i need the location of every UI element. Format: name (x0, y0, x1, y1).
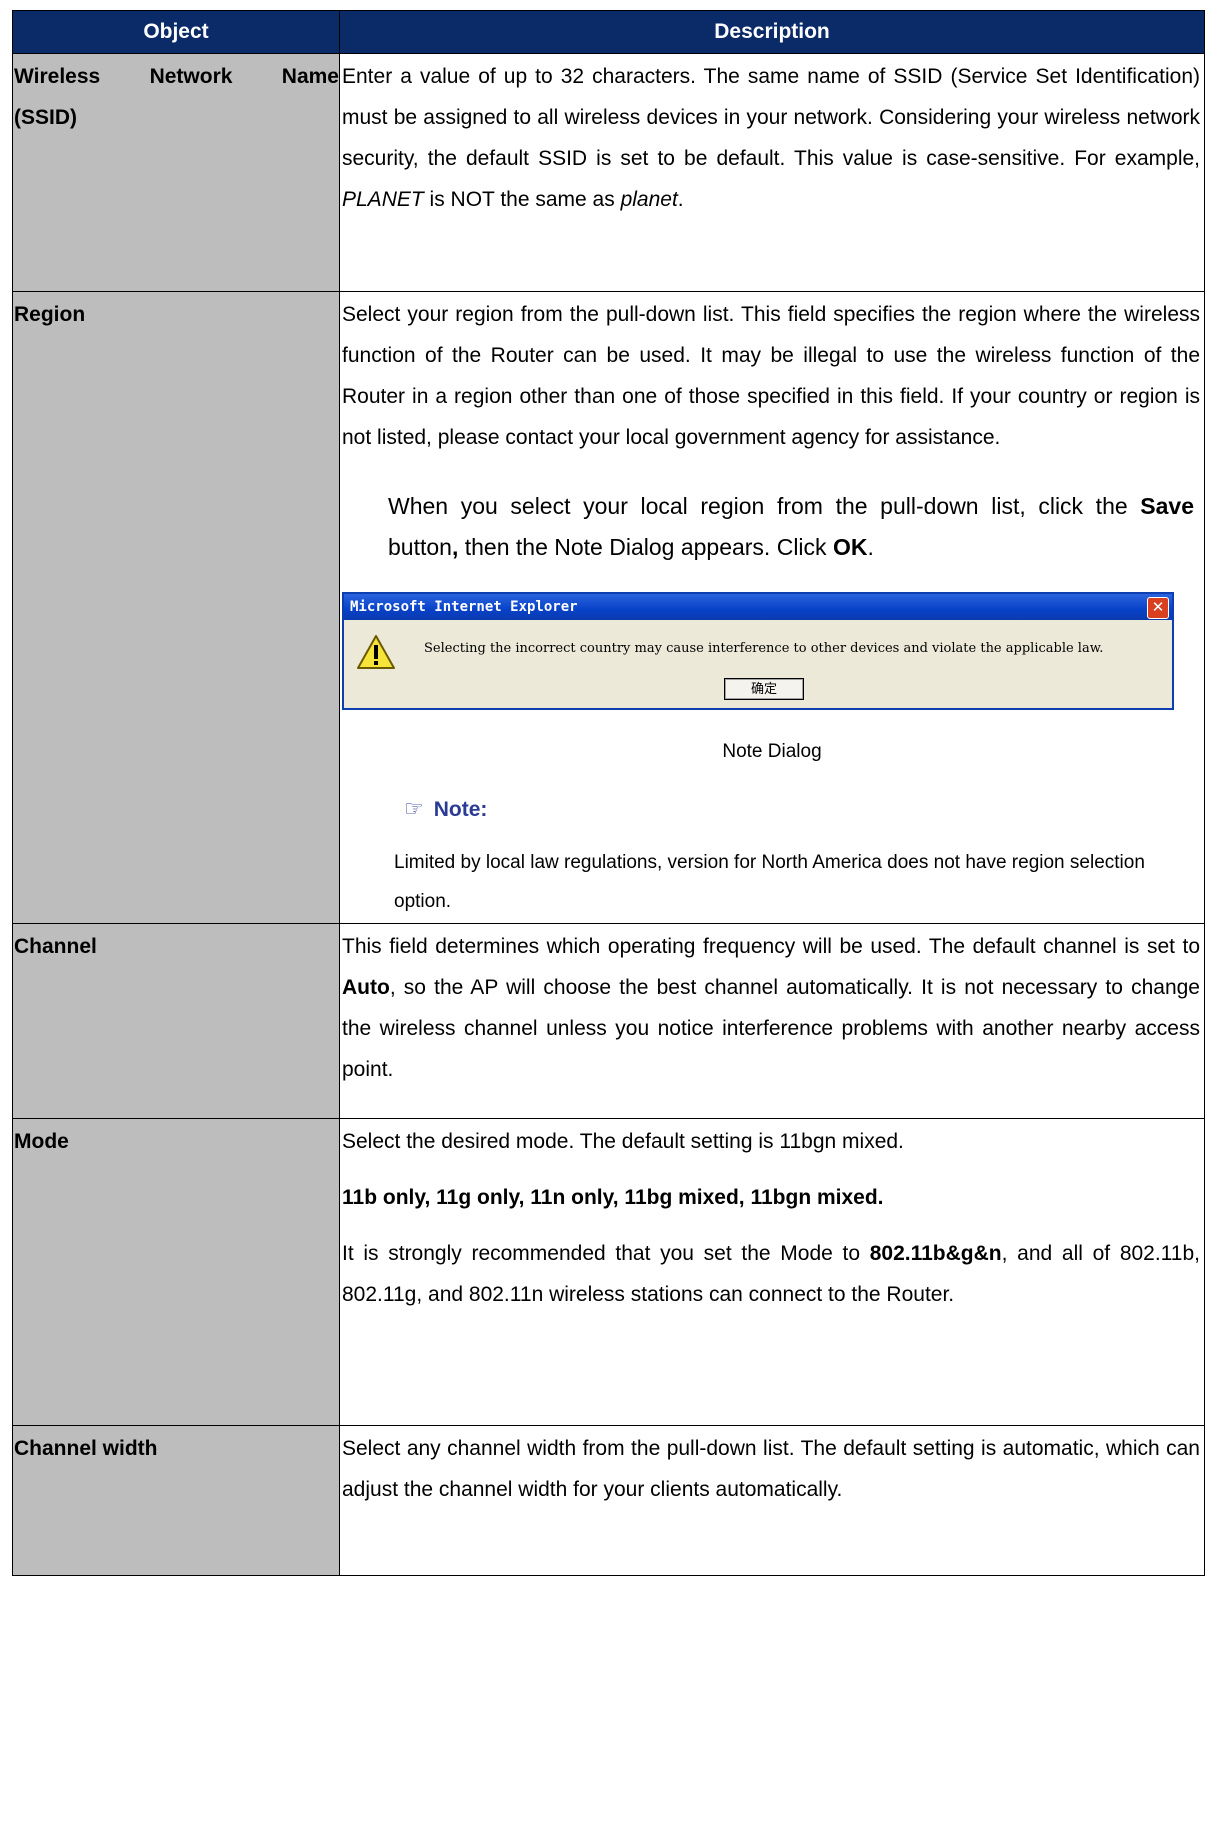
dialog-message: Selecting the incorrect country may caus… (424, 641, 1104, 656)
mode-recommendation: It is strongly recommended that you set … (342, 1242, 1200, 1306)
note-label: Note: (433, 798, 488, 821)
header-description: Description (339, 10, 1205, 54)
description-cell-ssid: Enter a value of up to 32 characters. Th… (339, 53, 1205, 292)
mode-description: Select the desired mode. The default set… (342, 1130, 904, 1153)
table-row: Channel This field determines which oper… (12, 923, 1205, 1119)
dialog-title: Microsoft Internet Explorer (350, 599, 578, 615)
table-row: Channel width Select any channel width f… (12, 1425, 1205, 1576)
description-cell-channel-width: Select any channel width from the pull-d… (339, 1425, 1205, 1576)
channel-width-description: Select any channel width from the pull-d… (342, 1437, 1200, 1501)
object-cell-region: Region (12, 291, 340, 924)
region-save-instruction: When you select your local region from t… (388, 493, 1194, 560)
dialog-caption: Note Dialog (722, 741, 822, 762)
object-label-region: Region (14, 303, 86, 326)
ssid-description: Enter a value of up to 32 characters. Th… (342, 65, 1200, 211)
object-cell-mode: Mode (12, 1118, 340, 1426)
region-description: Select your region from the pull-down li… (342, 303, 1200, 449)
close-icon: ✕ (1147, 597, 1169, 619)
note-text: Limited by local law regulations, versio… (394, 852, 1145, 912)
object-label-channel: Channel (14, 935, 97, 958)
description-cell-region: Select your region from the pull-down li… (339, 291, 1205, 924)
object-label-ssid-line1: Wireless Network Name (14, 65, 339, 88)
table-header-row: Object Description (12, 10, 1205, 54)
header-object: Object (12, 10, 340, 54)
description-table: Object Description Wireless Network Name… (12, 10, 1205, 1576)
object-cell-channel: Channel (12, 923, 340, 1119)
table-row: Wireless Network Name (SSID) Enter a val… (12, 53, 1205, 292)
warning-icon (357, 635, 395, 669)
object-label-channel-width: Channel width (14, 1437, 158, 1460)
description-cell-mode: Select the desired mode. The default set… (339, 1118, 1205, 1426)
channel-description: This field determines which operating fr… (342, 935, 1200, 1081)
object-cell-ssid: Wireless Network Name (SSID) (12, 53, 340, 292)
dialog-body: Selecting the incorrect country may caus… (344, 620, 1172, 708)
object-label-mode: Mode (14, 1130, 69, 1153)
note-heading: ☞ Note: (404, 794, 1204, 825)
dialog-titlebar: Microsoft Internet Explorer ✕ (344, 594, 1172, 620)
pointing-hand-icon: ☞ (404, 796, 424, 821)
table-row: Region Select your region from the pull-… (12, 291, 1205, 924)
dialog-ok-button: 确定 (724, 678, 804, 700)
object-cell-channel-width: Channel width (12, 1425, 340, 1576)
description-cell-channel: This field determines which operating fr… (339, 923, 1205, 1119)
table-row: Mode Select the desired mode. The defaul… (12, 1118, 1205, 1426)
note-dialog-screenshot: Microsoft Internet Explorer ✕ Selecting … (342, 592, 1174, 710)
object-label-ssid-line2: (SSID) (14, 106, 77, 129)
mode-options: 11b only, 11g only, 11n only, 11bg mixed… (342, 1186, 884, 1209)
